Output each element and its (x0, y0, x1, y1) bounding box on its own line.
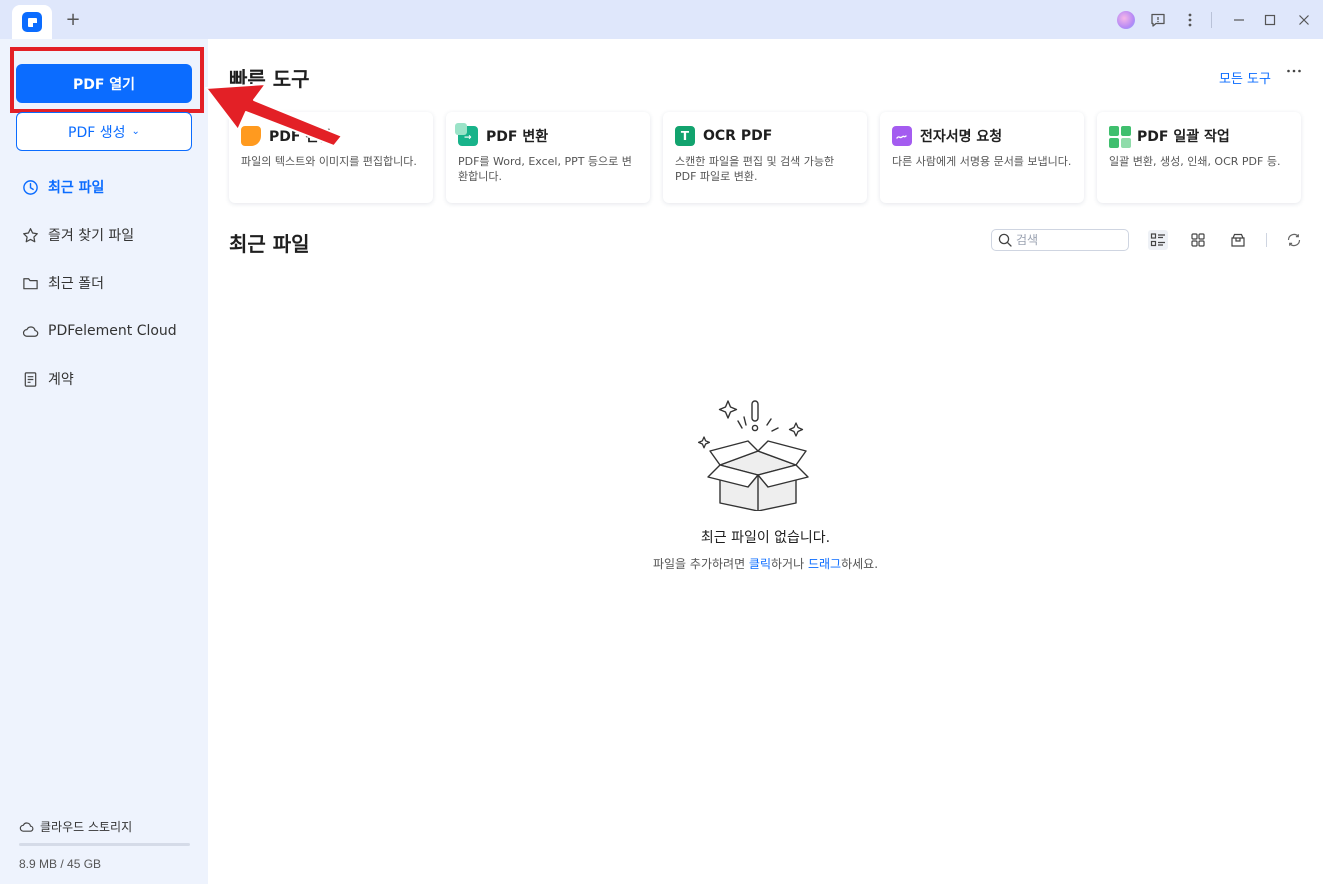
empty-hint-suffix: 하세요. (841, 557, 879, 571)
search-box[interactable] (991, 229, 1129, 251)
empty-state-title: 최근 파일이 없습니다. (700, 530, 831, 546)
document-tab-home[interactable] (12, 5, 52, 39)
convert-pdf-icon: → (455, 123, 478, 146)
sidebar-item-label: 즐겨 찾기 파일 (48, 228, 135, 244)
click-to-add-link[interactable]: 클릭 (749, 557, 771, 571)
message-icon (1151, 13, 1165, 27)
tool-card-title: 전자서명 요청 (920, 129, 1003, 145)
recent-files-title: 최근 파일 (229, 232, 310, 256)
signature-icon (892, 126, 912, 146)
tool-card-desc: 스캔한 파일을 편집 및 검색 가능한 PDF 파일로 변환. (675, 155, 835, 183)
empty-hint-prefix: 파일을 추가하려면 (652, 557, 749, 571)
cloud-icon (19, 821, 34, 832)
cloud-storage-text: 클라우드 스토리지 (40, 820, 133, 834)
tool-card-title: OCR PDF (703, 128, 773, 144)
sidebar-item-favorites[interactable]: 즐겨 찾기 파일 (22, 224, 202, 246)
sidebar-item-contracts[interactable]: 계약 (22, 368, 202, 390)
user-avatar[interactable] (1116, 10, 1136, 30)
list-view-button[interactable] (1148, 230, 1168, 250)
more-menu-button[interactable] (1180, 10, 1200, 30)
cloud-storage-label: 클라우드 스토리지 (19, 818, 132, 835)
tool-card-desc: PDF를 Word, Excel, PPT 등으로 변환합니다. (458, 155, 632, 183)
storage-progress-bar (19, 843, 190, 846)
archive-button[interactable] (1228, 230, 1248, 250)
sidebar-item-label: 최근 파일 (48, 180, 105, 196)
search-icon (998, 233, 1012, 247)
main-panel: 빠른 도구 모든 도구 PDF 편집 파일의 텍스트와 이미지를 편집합니다. … (208, 39, 1323, 884)
empty-box-illustration (697, 400, 809, 511)
batch-grid-icon (1109, 126, 1131, 148)
storage-size-text: 8.9 MB / 45 GB (19, 857, 102, 871)
avatar-icon (1117, 11, 1135, 29)
minimize-icon (1234, 19, 1244, 21)
close-icon (1299, 15, 1309, 25)
highlight-frame (10, 47, 204, 113)
grid-view-icon (1191, 233, 1205, 247)
sidebar-item-recent-folders[interactable]: 최근 폴더 (22, 272, 202, 294)
vertical-dots-icon (1188, 13, 1192, 27)
minimize-button[interactable] (1229, 10, 1249, 30)
titlebar-divider (1211, 12, 1212, 28)
tool-card-title: PDF 일괄 작업 (1137, 129, 1230, 145)
refresh-button[interactable] (1284, 230, 1304, 250)
empty-hint-mid: 하거나 (771, 557, 808, 571)
tool-card-desc: 다른 사람에게 서명용 문서를 보냅니다. (892, 155, 1072, 168)
tool-card-desc: 일괄 변환, 생성, 인쇄, OCR PDF 등. (1109, 155, 1281, 168)
sidebar-item-recent-files[interactable]: 최근 파일 (22, 176, 202, 198)
pdfelement-logo-icon (22, 12, 42, 32)
tool-card-batch-pdf[interactable]: PDF 일괄 작업 일괄 변환, 생성, 인쇄, OCR PDF 등. (1097, 112, 1301, 203)
feedback-button[interactable] (1148, 10, 1168, 30)
tool-card-esign[interactable]: 전자서명 요청 다른 사람에게 서명용 문서를 보냅니다. (880, 112, 1084, 203)
close-button[interactable] (1294, 10, 1314, 30)
document-icon (24, 371, 37, 387)
star-icon (23, 227, 38, 242)
annotation-arrow-icon (205, 83, 343, 147)
ocr-pdf-icon: T (675, 126, 695, 146)
sidebar-item-label: 최근 폴더 (48, 276, 104, 292)
sidebar-item-label: 계약 (48, 372, 74, 388)
tool-card-convert-pdf[interactable]: → PDF 변환 PDF를 Word, Excel, PPT 등으로 변환합니다… (446, 112, 650, 203)
clock-icon (23, 179, 38, 195)
tool-card-desc: 파일의 텍스트와 이미지를 편집합니다. (241, 155, 417, 168)
all-tools-link[interactable]: 모든 도구 (1219, 68, 1271, 87)
sidebar-item-cloud[interactable]: PDFelement Cloud (22, 320, 202, 342)
empty-state-hint: 파일을 추가하려면 클릭하거나 드래그하세요. (208, 555, 1323, 572)
maximize-icon (1264, 14, 1276, 26)
cloud-icon (22, 325, 39, 337)
grid-view-button[interactable] (1188, 230, 1208, 250)
create-pdf-button[interactable]: PDF 생성 ⌄ (16, 112, 192, 151)
sidebar-item-label: PDFelement Cloud (48, 323, 177, 339)
sidebar: PDF 열기 PDF 생성 ⌄ 최근 파일 즐겨 찾기 파일 최근 폴더 PDF… (0, 39, 208, 884)
horizontal-dots-icon (1287, 69, 1301, 73)
search-input[interactable] (1016, 233, 1116, 247)
folder-icon (23, 277, 38, 289)
maximize-button[interactable] (1260, 10, 1280, 30)
list-view-icon (1150, 233, 1165, 247)
quick-tools-more-button[interactable] (1286, 63, 1302, 84)
toolbar-divider (1266, 233, 1267, 247)
chevron-down-icon: ⌄ (131, 126, 140, 137)
drag-to-add-link[interactable]: 드래그 (808, 557, 841, 571)
refresh-icon (1287, 233, 1301, 247)
tool-card-title: PDF 변환 (486, 129, 549, 145)
new-tab-button[interactable]: + (62, 9, 84, 31)
archive-icon (1231, 233, 1245, 247)
title-bar: + (0, 0, 1323, 39)
create-pdf-label: PDF 생성 (68, 124, 126, 141)
tool-card-ocr-pdf[interactable]: T OCR PDF 스캔한 파일을 편집 및 검색 가능한 PDF 파일로 변환… (663, 112, 867, 203)
